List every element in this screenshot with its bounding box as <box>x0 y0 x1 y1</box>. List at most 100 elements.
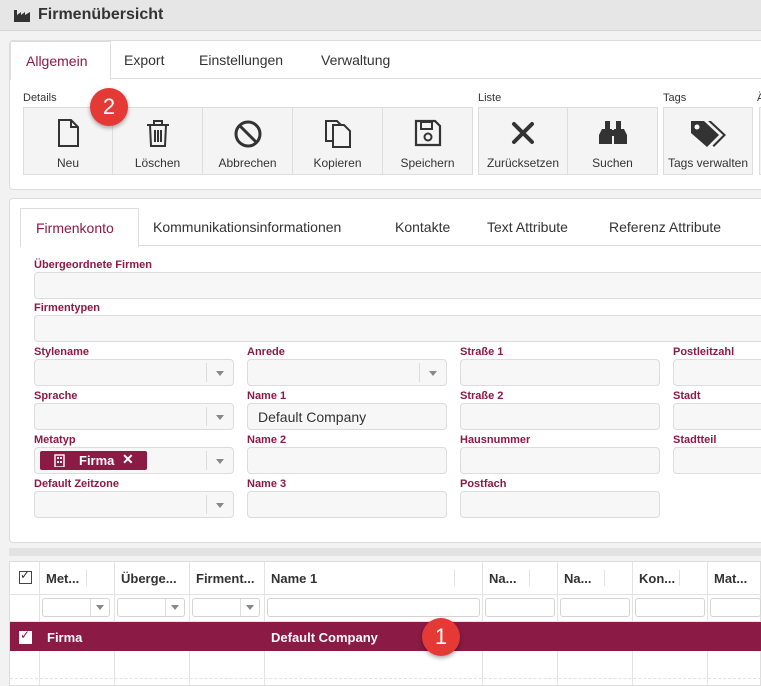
label-hausnummer: Hausnummer <box>460 434 531 446</box>
cell-metatyp: Firma <box>47 630 83 645</box>
metatyp-select[interactable]: Firma ✕ <box>34 447 234 474</box>
annotation-badge-2: 2 <box>90 88 128 126</box>
ban-icon <box>234 120 261 148</box>
column-header-uebergeordnete[interactable]: Überge... <box>121 563 187 594</box>
splitter[interactable] <box>9 548 761 556</box>
chip-remove-icon[interactable]: ✕ <box>122 451 134 468</box>
cell-name1: Default Company <box>271 630 378 645</box>
label-name2: Name 2 <box>247 434 287 446</box>
chevron-down-icon[interactable] <box>240 599 259 616</box>
document-icon <box>58 119 79 147</box>
label-strasse1: Straße 1 <box>460 346 504 358</box>
group-label-details: Details <box>23 92 57 104</box>
tab-kommunikation[interactable]: Kommunikationsinformationen <box>153 219 341 235</box>
search-button[interactable]: Suchen <box>567 107 658 175</box>
annotation-badge-1: 1 <box>422 618 460 656</box>
label-stadt: Stadt <box>673 390 701 402</box>
close-icon <box>512 122 534 144</box>
filter-uebergeordnete[interactable] <box>117 598 185 617</box>
tab-allgemein[interactable]: Allgemein <box>10 41 111 80</box>
group-label-tags: Tags <box>663 92 687 104</box>
tab-einstellungen[interactable]: Einstellungen <box>199 52 283 68</box>
cancel-button[interactable]: Abbrechen <box>202 107 293 175</box>
column-header-name1[interactable]: Name 1 <box>271 563 451 594</box>
delete-button[interactable]: Löschen <box>112 107 203 175</box>
metatyp-chip: Firma ✕ <box>40 451 147 470</box>
factory-icon <box>14 8 30 27</box>
label-default-zeitzone: Default Zeitzone <box>34 478 119 490</box>
title-bar: Firmenübersicht <box>0 0 761 31</box>
firmentypen-field[interactable] <box>34 315 761 342</box>
label-anrede: Anrede <box>247 346 285 358</box>
anrede-select[interactable] <box>247 359 447 386</box>
chevron-down-icon[interactable] <box>206 495 233 514</box>
name3-input[interactable] <box>247 491 447 518</box>
building-icon <box>54 454 65 467</box>
stylename-select[interactable] <box>34 359 234 386</box>
group-label-truncated: Ä <box>757 92 761 104</box>
column-header-metatyp[interactable]: Met... <box>46 563 110 594</box>
label-stadtteil: Stadtteil <box>673 434 717 446</box>
name2-input[interactable] <box>247 447 447 474</box>
group-label-liste: Liste <box>478 92 502 104</box>
label-postfach: Postfach <box>460 478 507 490</box>
postfach-input[interactable] <box>460 491 660 518</box>
tab-kontakte[interactable]: Kontakte <box>395 219 450 235</box>
filter-metatyp[interactable] <box>42 598 110 617</box>
strasse2-input[interactable] <box>460 403 660 430</box>
copy-button[interactable]: Kopieren <box>292 107 383 175</box>
label-stylename: Stylename <box>34 346 90 358</box>
select-all-checkbox[interactable]: ✓ <box>19 568 32 584</box>
chevron-down-icon[interactable] <box>206 363 233 382</box>
column-header-kontakte[interactable]: Kon... <box>639 563 679 594</box>
tab-verwaltung[interactable]: Verwaltung <box>321 52 390 68</box>
label-name1: Name 1 <box>247 390 287 402</box>
filter-name3[interactable] <box>560 598 630 617</box>
column-header-mat[interactable]: Mat... <box>714 563 761 594</box>
postleitzahl-input[interactable] <box>673 359 761 386</box>
chevron-down-icon[interactable] <box>206 407 233 426</box>
filter-kontakte[interactable] <box>635 598 705 617</box>
page-title: Firmenübersicht <box>38 6 164 23</box>
label-sprache: Sprache <box>34 390 78 402</box>
label-firmentypen: Firmentypen <box>34 302 101 314</box>
sprache-select[interactable] <box>34 403 234 430</box>
binoculars-icon <box>598 121 627 144</box>
zeitzone-select[interactable] <box>34 491 234 518</box>
tab-firmenkonto[interactable]: Firmenkonto <box>20 208 139 247</box>
filter-firmentypen[interactable] <box>192 598 260 617</box>
row-checkbox[interactable]: ✓ <box>19 628 32 644</box>
label-strasse2: Straße 2 <box>460 390 504 402</box>
chevron-down-icon[interactable] <box>206 451 233 470</box>
table-row[interactable] <box>10 622 761 651</box>
chevron-down-icon[interactable] <box>419 363 446 382</box>
column-header-name3[interactable]: Na... <box>564 563 604 594</box>
save-button[interactable]: Speichern <box>382 107 473 175</box>
strasse1-input[interactable] <box>460 359 660 386</box>
stadtteil-input[interactable] <box>673 447 761 474</box>
tags-icon <box>691 121 726 147</box>
manage-tags-button[interactable]: Tags verwalten <box>663 107 753 175</box>
uebergeordnete-firmen-field[interactable] <box>34 272 761 299</box>
metatyp-chip-label: Firma <box>79 453 115 468</box>
tab-text-attribute[interactable]: Text Attribute <box>487 219 568 235</box>
name1-input[interactable]: Default Company <box>247 403 447 430</box>
label-name3: Name 3 <box>247 478 287 490</box>
filter-mat[interactable] <box>710 598 761 617</box>
column-header-firmentypen[interactable]: Firment... <box>196 563 262 594</box>
label-metatyp: Metatyp <box>34 434 76 446</box>
tab-referenz-attribute[interactable]: Referenz Attribute <box>609 219 721 235</box>
stadt-input[interactable] <box>673 403 761 430</box>
save-icon <box>414 119 441 147</box>
filter-name2[interactable] <box>485 598 555 617</box>
filter-name1[interactable] <box>267 598 480 617</box>
hausnummer-input[interactable] <box>460 447 660 474</box>
tab-export[interactable]: Export <box>124 52 164 68</box>
column-header-name2[interactable]: Na... <box>489 563 529 594</box>
copy-icon <box>324 120 351 148</box>
chevron-down-icon[interactable] <box>90 599 109 616</box>
label-postleitzahl: Postleitzahl <box>673 346 735 358</box>
reset-button[interactable]: Zurücksetzen <box>478 107 568 175</box>
label-uebergeordnete-firmen: Übergeordnete Firmen <box>34 259 152 271</box>
chevron-down-icon[interactable] <box>165 599 184 616</box>
